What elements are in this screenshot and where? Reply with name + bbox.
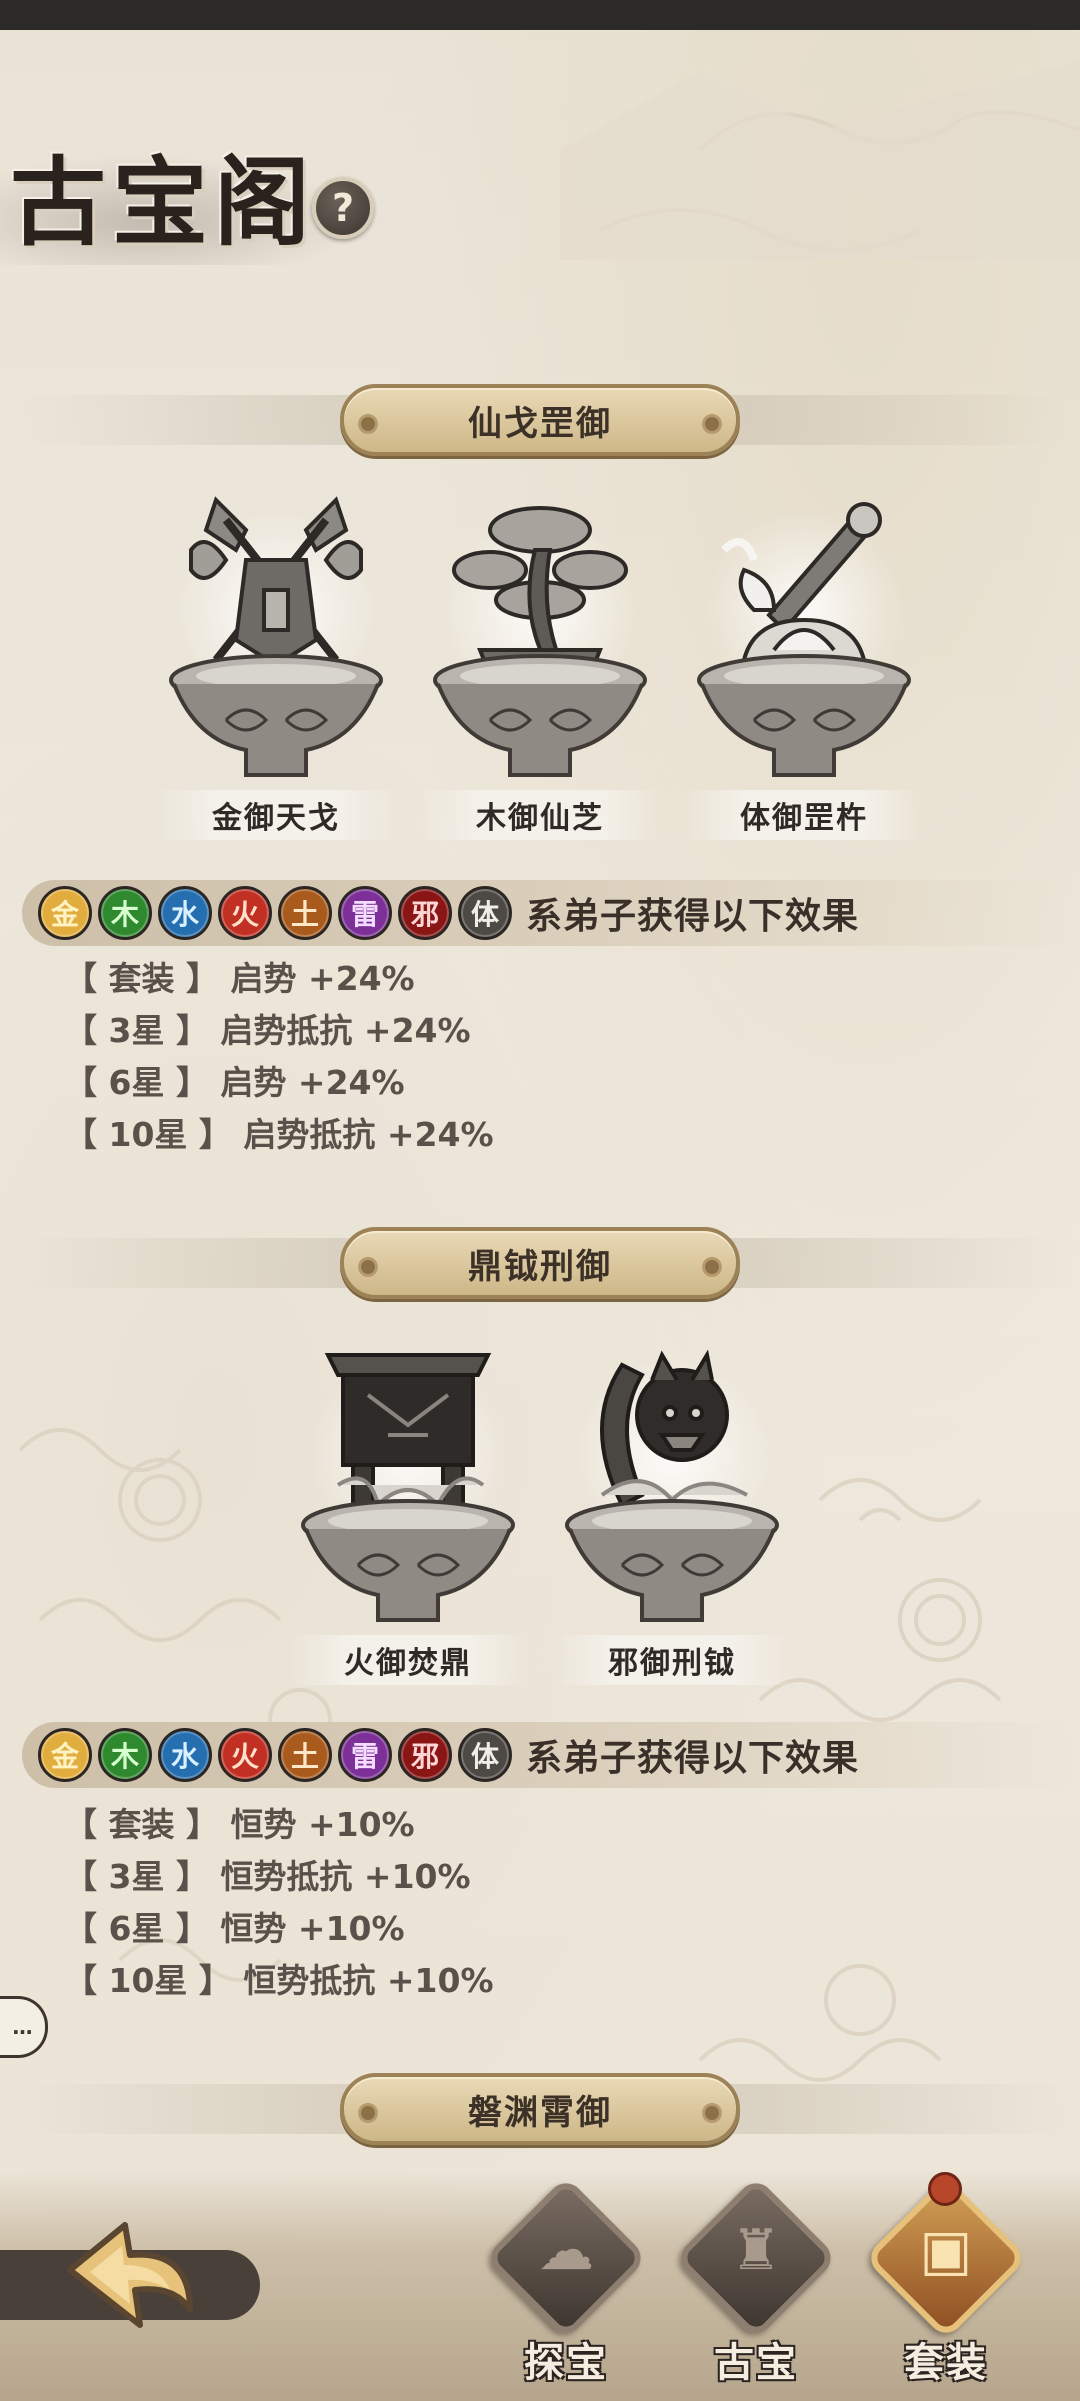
element-fire-icon: 火 xyxy=(218,1728,272,1782)
element-thunder-icon: 雷 xyxy=(338,886,392,940)
effect-list: 【 套装 】 恒势 +10% 【 3星 】 恒势抵抗 +10% 【 6星 】 恒… xyxy=(64,1796,494,2004)
element-water-icon: 水 xyxy=(158,886,212,940)
chest-icon: ▣ xyxy=(919,2218,973,2283)
effect-line: 【 3星 】 启势抵抗 +24% xyxy=(64,1011,471,1050)
effect-description: 系弟子获得以下效果 xyxy=(526,1738,860,1779)
set-title: 磐渊霄御 xyxy=(468,2092,612,2133)
tab-label: 古宝 xyxy=(714,2340,798,2386)
effect-line: 【 6星 】 恒势 +10% xyxy=(64,1909,405,1948)
set-title: 鼎钺刑御 xyxy=(468,1246,612,1287)
element-earth-icon: 土 xyxy=(278,1728,332,1782)
element-body-icon: 体 xyxy=(458,1728,512,1782)
effect-list: 【 套装 】 启势 +24% 【 3星 】 启势抵抗 +24% 【 6星 】 启… xyxy=(64,950,494,1158)
treasure-item[interactable]: 火御焚鼎 xyxy=(288,1335,528,1695)
item-name-bar: 体御罡杵 xyxy=(684,790,924,840)
pedestal-icon xyxy=(433,654,647,777)
tab-sets[interactable]: ▣ 套装 xyxy=(858,2172,1029,2400)
item-name-bar: 金御天戈 xyxy=(156,790,396,840)
bottom-nav: ☁ 探宝 ♜ 古宝 ▣ 套装 xyxy=(0,2170,1080,2401)
ribbon-knot-icon xyxy=(928,2172,962,2206)
element-wood-icon: 木 xyxy=(98,886,152,940)
tab-label: 探宝 xyxy=(524,2340,608,2386)
element-row: 金 木 水 火 土 雷 邪 体 系弟子获得以下效果 xyxy=(22,880,1072,946)
pedestal-icon xyxy=(565,1499,779,1622)
item-name: 体御罡杵 xyxy=(740,801,868,836)
pedestal-icon xyxy=(301,1499,515,1622)
item-name: 邪御刑钺 xyxy=(608,1646,736,1681)
element-thunder-icon: 雷 xyxy=(338,1728,392,1782)
element-earth-icon: 土 xyxy=(278,886,332,940)
effect-description: 系弟子获得以下效果 xyxy=(526,896,860,937)
treasure-item[interactable]: 木御仙芝 xyxy=(420,490,660,850)
item-name-bar: 邪御刑钺 xyxy=(552,1635,792,1685)
item-name: 火御焚鼎 xyxy=(344,1646,472,1681)
back-arrow-icon[interactable] xyxy=(50,2210,200,2350)
element-water-icon: 水 xyxy=(158,1728,212,1782)
treasure-item[interactable]: 体御罡杵 xyxy=(684,490,924,850)
element-gold-icon: 金 xyxy=(38,886,92,940)
pedestal-icon xyxy=(169,654,383,777)
treasure-hunt-icon: ☁ xyxy=(538,2218,594,2283)
element-fire-icon: 火 xyxy=(218,886,272,940)
item-name-bar: 木御仙芝 xyxy=(420,790,660,840)
page-title: 古宝阁 xyxy=(10,146,316,259)
set-title: 仙戈罡御 xyxy=(468,403,612,444)
element-evil-icon: 邪 xyxy=(398,886,452,940)
effect-line: 【 套装 】 启势 +24% xyxy=(64,959,415,998)
tab-treasure-hunt[interactable]: ☁ 探宝 xyxy=(478,2175,649,2400)
element-body-icon: 体 xyxy=(458,886,512,940)
treasure-item[interactable]: 金御天戈 xyxy=(156,490,396,850)
element-row: 金 木 水 火 土 雷 邪 体 系弟子获得以下效果 xyxy=(22,1722,1072,1788)
treasure-item[interactable]: 邪御刑钺 xyxy=(552,1335,792,1695)
help-icon: ? xyxy=(331,186,355,230)
help-button[interactable]: ? xyxy=(312,177,374,239)
tab-label: 套装 xyxy=(904,2340,988,2386)
effect-line: 【 套装 】 恒势 +10% xyxy=(64,1805,415,1844)
chat-icon: … xyxy=(12,2015,33,2039)
tab-ancient-treasure[interactable]: ♜ 古宝 xyxy=(668,2175,839,2400)
item-name-bar: 火御焚鼎 xyxy=(288,1635,528,1685)
item-name: 金御天戈 xyxy=(212,801,340,836)
background xyxy=(0,0,1080,2401)
pedestal-icon xyxy=(697,654,911,777)
page-header: 古宝阁 ? xyxy=(0,115,420,285)
ancient-treasure-icon: ♜ xyxy=(730,2218,782,2283)
set-banner-2: 鼎钺刑御 xyxy=(340,1227,740,1299)
set-banner-3: 磐渊霄御 xyxy=(340,2073,740,2145)
effect-line: 【 6星 】 启势 +24% xyxy=(64,1063,405,1102)
item-name: 木御仙芝 xyxy=(476,801,604,836)
element-evil-icon: 邪 xyxy=(398,1728,452,1782)
set-banner-1: 仙戈罡御 xyxy=(340,384,740,456)
element-gold-icon: 金 xyxy=(38,1728,92,1782)
element-wood-icon: 木 xyxy=(98,1728,152,1782)
status-bar xyxy=(0,0,1080,30)
effect-line: 【 3星 】 恒势抵抗 +10% xyxy=(64,1857,471,1896)
effect-line: 【 10星 】 恒势抵抗 +10% xyxy=(64,1961,494,2000)
effect-line: 【 10星 】 启势抵抗 +24% xyxy=(64,1115,494,1154)
